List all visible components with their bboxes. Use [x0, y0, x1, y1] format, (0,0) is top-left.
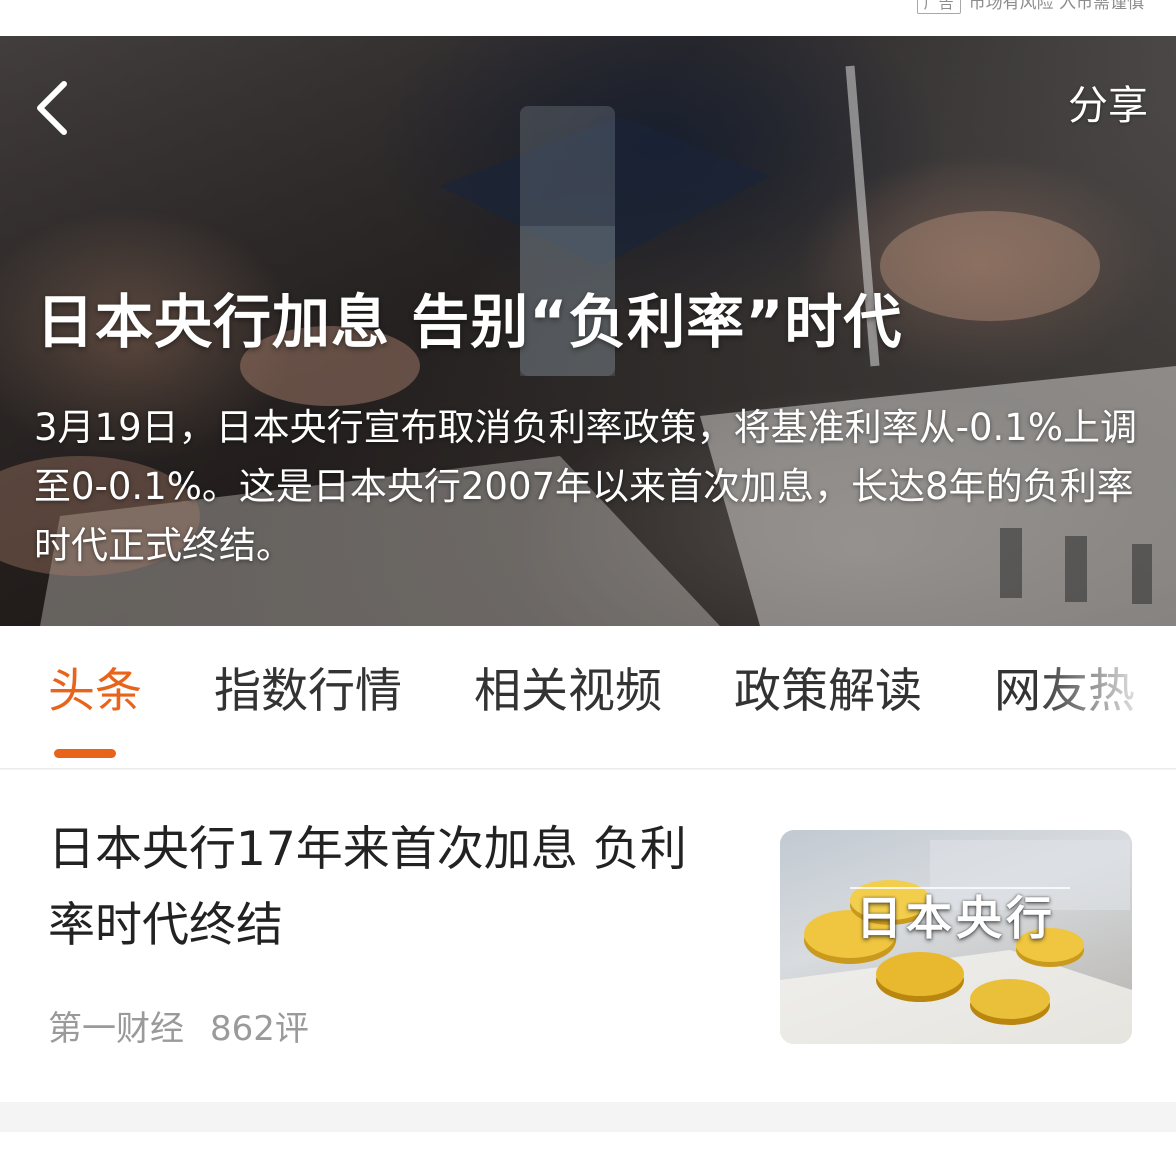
article-thumbnail[interactable]: 日本央行 [780, 830, 1132, 1044]
article-meta: 第一财经 862评 [48, 1006, 309, 1052]
tab-related-videos[interactable]: 相关视频 [474, 660, 662, 724]
ad-badge: 广告 [916, 0, 961, 14]
tab-user-hot[interactable]: 网友热 [994, 660, 1135, 724]
hero-summary: 3月19日，日本央行宣布取消负利率政策，将基准利率从-0.1%上调至0-0.1%… [34, 406, 1137, 567]
tab-policy-analysis[interactable]: 政策解读 [734, 660, 922, 724]
hero-banner: 分享 日本央行加息 告别“负利率”时代 3月19日，日本央行宣布取消负利率政策，… [0, 36, 1176, 626]
article-title[interactable]: 日本央行17年来首次加息 负利率时代终结 [48, 812, 728, 964]
tab-list: 头条 指数行情 相关视频 政策解读 网友热 [48, 660, 1135, 724]
tab-index-quotes[interactable]: 指数行情 [214, 660, 402, 724]
back-button[interactable] [24, 76, 80, 140]
chevron-left-icon [37, 81, 67, 135]
article-source: 第一财经 [48, 1009, 184, 1049]
next-article-card [0, 1132, 1176, 1158]
ad-disclaimer-text: 市场有风险 入市需谨慎 [968, 0, 1144, 13]
thumbnail-caption: 日本央行 [856, 891, 1056, 945]
tab-bar: 头条 指数行情 相关视频 政策解读 网友热 [0, 626, 1176, 769]
hero-title: 日本央行加息 告别“负利率”时代 [36, 288, 903, 356]
active-tab-indicator [54, 749, 116, 758]
tab-headlines[interactable]: 头条 [48, 660, 142, 724]
ad-disclaimer: 广告 市场有风险 入市需谨慎 [916, 0, 1144, 14]
ad-strip: 广告 市场有风险 入市需谨慎 [0, 0, 1176, 36]
share-button[interactable]: 分享 [1068, 80, 1148, 132]
article-comment-count: 862评 [210, 1009, 309, 1049]
page: 广告 市场有风险 入市需谨慎 分享 日本央行加息 告别“负利率”时代 3月19日… [0, 0, 1176, 1158]
article-card[interactable]: 日本央行17年来首次加息 负利率时代终结 第一财经 862评 日本央行 [0, 770, 1176, 1102]
